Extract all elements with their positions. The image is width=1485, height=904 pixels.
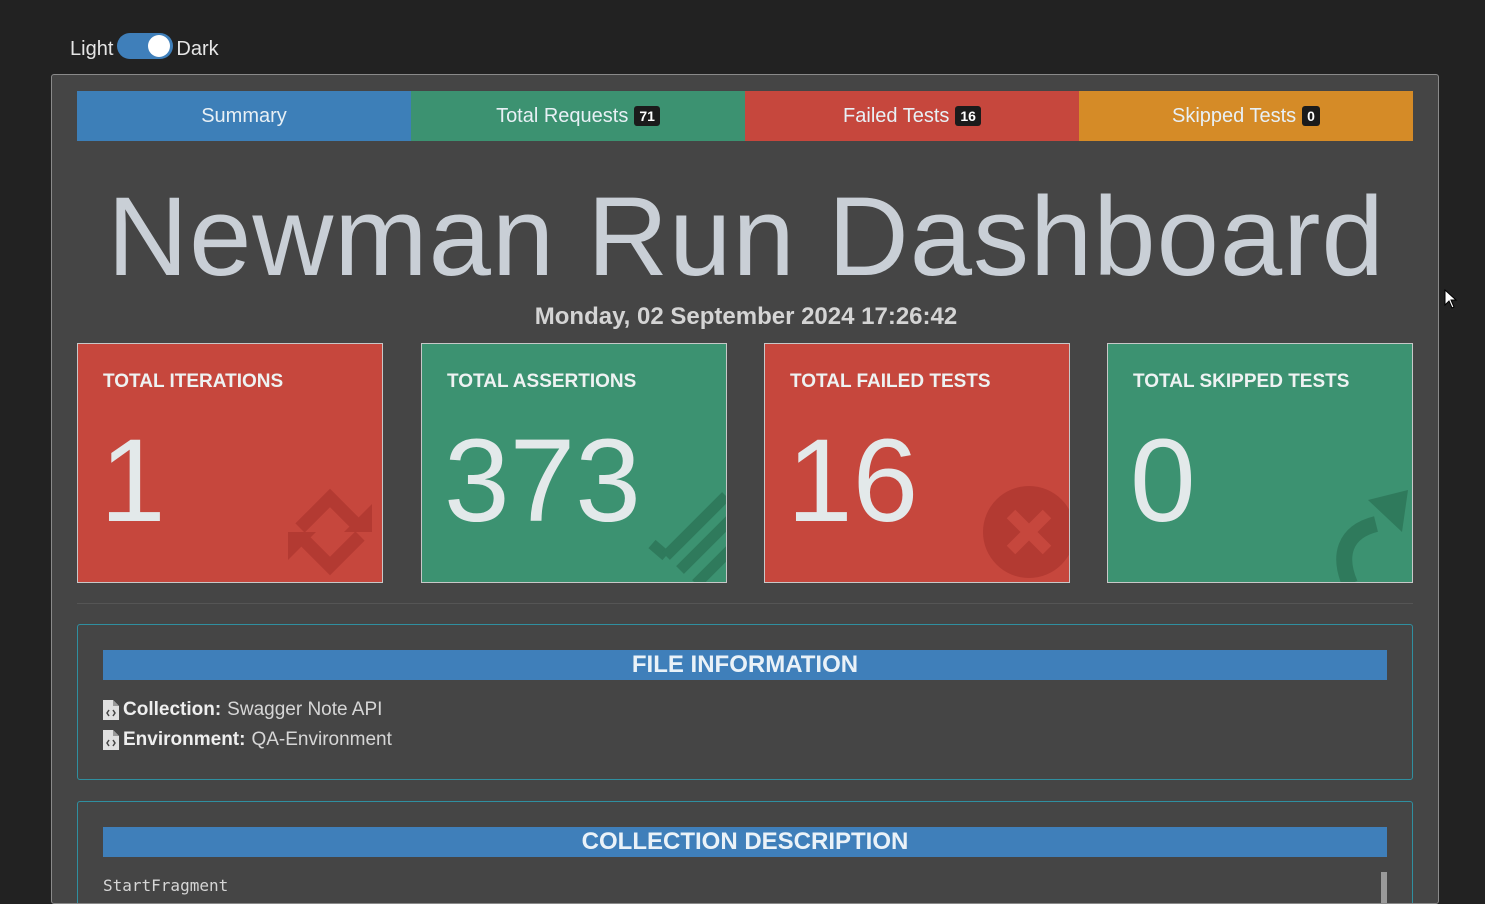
card-total-skipped-tests: TOTAL SKIPPED TESTS 0 xyxy=(1107,343,1413,583)
card-value: 373 xyxy=(444,415,641,547)
tab-skipped-tests[interactable]: Skipped Tests 0 xyxy=(1079,91,1413,141)
environment-row: Environment: QA-Environment xyxy=(103,729,392,751)
card-value: 0 xyxy=(1130,415,1196,547)
description-scrollbar[interactable] xyxy=(1381,872,1387,903)
light-label: Light xyxy=(70,37,114,60)
theme-switch[interactable] xyxy=(117,33,174,59)
card-title: TOTAL ITERATIONS xyxy=(103,371,284,392)
environment-label: Environment: xyxy=(123,729,246,750)
environment-value: QA-Environment xyxy=(251,729,392,750)
file-code-icon xyxy=(103,700,119,720)
failed-count-badge: 16 xyxy=(955,106,981,126)
dark-label: Dark xyxy=(176,37,219,60)
card-value: 16 xyxy=(787,415,919,547)
requests-count-badge: 71 xyxy=(634,106,660,126)
card-value: 1 xyxy=(100,415,166,547)
tab-label: Summary xyxy=(201,104,287,127)
tab-summary[interactable]: Summary xyxy=(77,91,411,141)
file-information-panel: FILE INFORMATION Collection: Swagger Not… xyxy=(77,624,1413,780)
times-circle-icon xyxy=(983,486,1069,578)
tab-label: Failed Tests xyxy=(843,104,950,127)
page-title: Newman Run Dashboard xyxy=(107,174,1385,299)
file-code-icon xyxy=(103,730,119,750)
tab-label: Skipped Tests xyxy=(1172,104,1297,127)
collection-row: Collection: Swagger Note API xyxy=(103,699,382,721)
tasks-icon xyxy=(648,492,726,582)
tab-failed-tests[interactable]: Failed Tests 16 xyxy=(745,91,1079,141)
file-information-heading: FILE INFORMATION xyxy=(103,650,1387,680)
card-total-failed-tests: TOTAL FAILED TESTS 16 xyxy=(764,343,1070,583)
card-title: TOTAL FAILED TESTS xyxy=(790,371,991,392)
card-total-assertions: TOTAL ASSERTIONS 373 xyxy=(421,343,727,583)
tab-label: Total Requests xyxy=(496,104,629,127)
nav-tabs: Summary Total Requests 71 Failed Tests 1… xyxy=(77,91,1413,141)
theme-toggle: Light Dark xyxy=(70,33,219,64)
collection-description-panel: COLLECTION DESCRIPTION StartFragment xyxy=(77,801,1413,903)
card-total-iterations: TOTAL ITERATIONS 1 xyxy=(77,343,383,583)
sync-icon xyxy=(288,488,372,576)
dashboard-container: Summary Total Requests 71 Failed Tests 1… xyxy=(51,74,1439,904)
card-title: TOTAL ASSERTIONS xyxy=(447,371,637,392)
skipped-count-badge: 0 xyxy=(1302,106,1320,126)
collection-value: Swagger Note API xyxy=(227,699,383,720)
collection-description-text: StartFragment xyxy=(103,876,229,895)
section-divider xyxy=(77,603,1413,604)
collection-description-heading: COLLECTION DESCRIPTION xyxy=(103,827,1387,857)
run-timestamp: Monday, 02 September 2024 17:26:42 xyxy=(534,303,958,330)
share-arrow-icon xyxy=(1336,490,1408,582)
tab-total-requests[interactable]: Total Requests 71 xyxy=(411,91,745,141)
mouse-cursor-icon xyxy=(1444,289,1458,309)
collection-label: Collection: xyxy=(123,699,222,720)
switch-knob xyxy=(148,35,171,57)
card-title: TOTAL SKIPPED TESTS xyxy=(1133,371,1350,392)
